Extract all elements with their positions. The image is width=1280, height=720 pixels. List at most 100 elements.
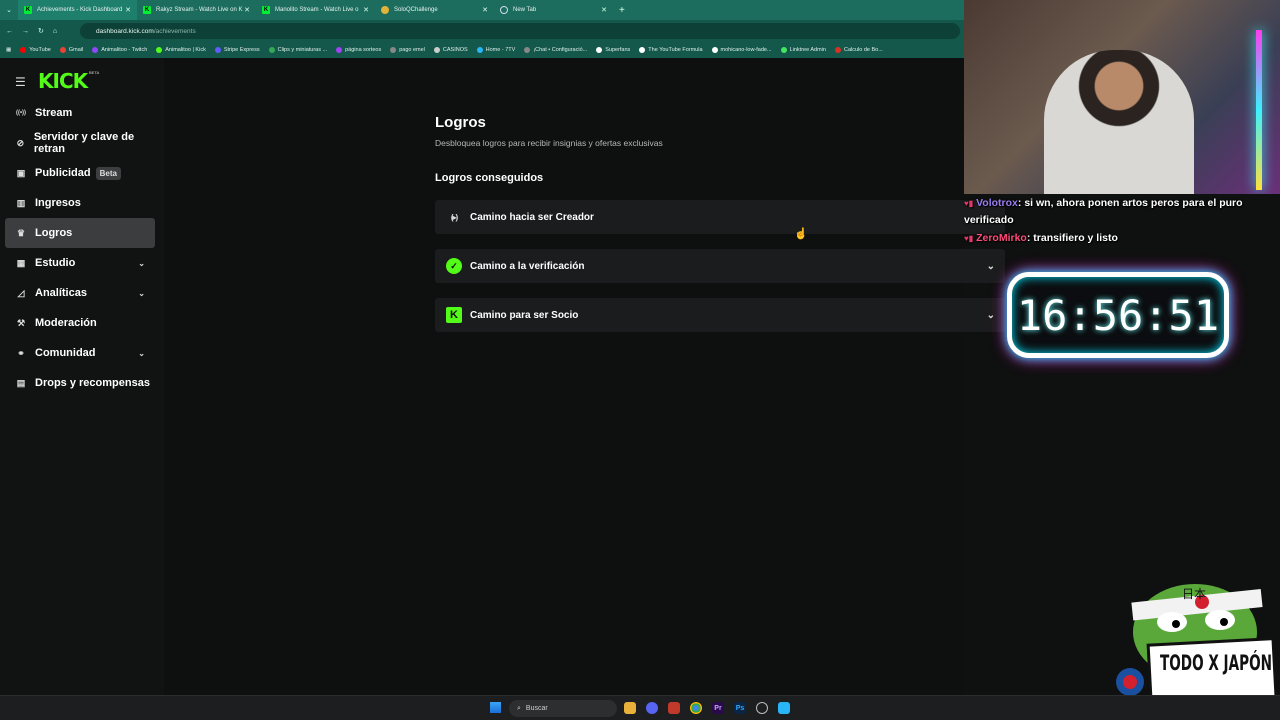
globe-icon: [500, 6, 508, 14]
chevron-down-icon[interactable]: ⌄: [138, 289, 145, 298]
new-tab-icon[interactable]: +: [619, 5, 625, 16]
bookmark-favicon-icon: [20, 47, 27, 53]
kick-logo[interactable]: KICK: [38, 69, 88, 93]
browser-tab[interactable]: SoloQChallenge ✕: [375, 0, 494, 20]
bookmark-item[interactable]: Clips y miniaturas ...: [268, 47, 327, 53]
sidebar-item-comunidad[interactable]: ⚭ Comunidad ⌄: [5, 338, 155, 368]
achievement-card-socio[interactable]: K Camino para ser Socio ⌄: [435, 298, 1005, 332]
photoshop-icon[interactable]: Ps: [734, 702, 746, 714]
bookmark-item[interactable]: mohicano-low-fade...: [711, 47, 772, 53]
apps-grid-icon[interactable]: ▦: [6, 47, 11, 53]
wrench-icon: ⚒: [16, 317, 26, 328]
sidebar-item-servidor[interactable]: ⊘ Servidor y clave de retran: [5, 128, 155, 158]
heart-badge-icon: ♥▮: [964, 234, 974, 243]
bookmark-item[interactable]: Animalitoo - Twitch: [92, 47, 147, 53]
sidebar-item-label: Moderación: [35, 317, 97, 329]
bookmark-item[interactable]: Animalitoo | Kick: [156, 47, 206, 53]
bookmark-item[interactable]: YouTube: [20, 47, 51, 53]
achievement-card-creator[interactable]: (▸) Camino hacia ser Creador: [435, 200, 1005, 234]
close-icon[interactable]: ✕: [363, 6, 369, 14]
browser-tab[interactable]: New Tab ✕: [494, 0, 613, 20]
bookmark-label: Home - 7TV: [485, 47, 516, 53]
close-icon[interactable]: ✕: [482, 6, 488, 14]
browser-tab-bar: ⌄ K Achievements - Kick Dashboard ✕ K Ra…: [0, 0, 964, 20]
calendar-app-icon[interactable]: [668, 702, 680, 714]
chrome-icon[interactable]: [690, 702, 702, 714]
taskbar-search-placeholder: Buscar: [525, 705, 548, 712]
reload-icon[interactable]: ↻: [38, 27, 44, 35]
bookmark-label: The YouTube Formula: [648, 47, 703, 53]
bookmark-label: pago emel: [399, 47, 425, 53]
sidebar-item-label: Drops y recompensas: [35, 377, 150, 389]
forward-icon[interactable]: →: [22, 28, 29, 35]
bookmark-favicon-icon: [524, 47, 531, 53]
creator-icon: (▸): [450, 212, 458, 222]
chevron-down-icon[interactable]: ⌄: [987, 310, 995, 321]
chevron-down-icon[interactable]: ⌄: [987, 261, 995, 272]
browser-tab[interactable]: K Manolito Stream - Watch Live o ✕: [256, 0, 375, 20]
sidebar-item-ingresos[interactable]: ▥ Ingresos: [5, 188, 155, 218]
verified-icon: ✓: [446, 258, 462, 274]
hamburger-menu-icon[interactable]: ☰: [15, 75, 26, 89]
chevron-down-icon[interactable]: ⌄: [138, 259, 145, 268]
url-host: dashboard.kick.com: [96, 27, 154, 35]
bookmark-item[interactable]: página sorteos: [336, 47, 381, 53]
bookmark-favicon-icon: [92, 47, 99, 53]
sidebar-item-stream[interactable]: ((•)) Stream: [5, 98, 155, 128]
bookmark-item[interactable]: ¡Chat • Configuració...: [524, 47, 587, 53]
discord-icon[interactable]: [646, 702, 658, 714]
close-icon[interactable]: ✕: [601, 6, 607, 14]
bookmark-item[interactable]: The YouTube Formula: [639, 47, 703, 53]
windows-start-icon[interactable]: [490, 702, 501, 713]
notepad-icon[interactable]: [778, 702, 790, 714]
premiere-icon[interactable]: Pr: [712, 702, 724, 714]
bookmark-favicon-icon: [596, 47, 603, 53]
bookmark-item[interactable]: Superfans: [596, 47, 630, 53]
bookmark-item[interactable]: CASINOS: [433, 47, 468, 53]
link-icon: ⊘: [16, 137, 25, 148]
back-icon[interactable]: ←: [6, 28, 13, 35]
browser-tab[interactable]: K Rakyz Stream - Watch Live on K ✕: [137, 0, 256, 20]
kick-icon: K: [262, 6, 270, 14]
file-explorer-icon[interactable]: [624, 702, 636, 714]
sidebar-item-moderacion[interactable]: ⚒ Moderación: [5, 308, 155, 338]
achievement-card-verification[interactable]: ✓ Camino a la verificación ⌄: [435, 249, 1005, 283]
bookmark-item[interactable]: pago emel: [390, 47, 425, 53]
chat-text: transifiero y listo: [1033, 232, 1118, 244]
bookmark-item[interactable]: Gmail: [59, 47, 83, 53]
bookmark-item[interactable]: Linktree Admin: [780, 47, 826, 53]
sidebar-nav: ((•)) Stream ⊘ Servidor y clave de retran ▣ P…: [5, 98, 155, 398]
sidebar-item-estudio[interactable]: ▦ Estudio ⌄: [5, 248, 155, 278]
sidebar-item-analiticas[interactable]: ◿ Analíticas ⌄: [5, 278, 155, 308]
bookmark-favicon-icon: [476, 47, 483, 53]
sidebar-item-logros[interactable]: ♛ Logros: [5, 218, 155, 248]
bookmark-item[interactable]: Stripe Express: [214, 47, 260, 53]
chevron-down-icon[interactable]: ⌄: [138, 349, 145, 358]
sidebar-item-label: Logros: [35, 227, 73, 239]
bookmark-item[interactable]: Home - 7TV: [476, 47, 516, 53]
browser-tab[interactable]: K Achievements - Kick Dashboard ✕: [18, 0, 137, 20]
bookmark-favicon-icon: [711, 47, 718, 53]
bookmark-favicon-icon: [639, 47, 646, 53]
tab-search-chevron-icon[interactable]: ⌄: [0, 6, 18, 14]
close-icon[interactable]: ✕: [125, 6, 131, 14]
close-icon[interactable]: ✕: [244, 6, 250, 14]
taskbar-search[interactable]: ⌕ Buscar: [509, 700, 617, 717]
sidebar-item-label: Ingresos: [35, 197, 81, 209]
home-icon[interactable]: ⌂: [53, 28, 57, 35]
obs-icon[interactable]: [756, 702, 768, 714]
bookmark-label: página sorteos: [345, 47, 382, 53]
sidebar: ☰ KICK BETA ((•)) Stream ⊘ Servidor y clave…: [0, 58, 164, 695]
sidebar-item-publicidad[interactable]: ▣ Publicidad Beta: [5, 158, 155, 188]
sidebar-item-label: Stream: [35, 107, 73, 119]
sidebar-item-drops[interactable]: ▤ Drops y recompensas: [5, 368, 155, 398]
section-title: Logros conseguidos: [435, 172, 544, 184]
ad-icon: ▣: [16, 167, 26, 178]
chat-message: ♥▮ ZeroMirko: transifiero y listo: [964, 232, 1118, 244]
sidebar-item-label: Publicidad: [35, 167, 91, 179]
browser-tab-title: New Tab: [513, 7, 537, 13]
chat-username: Volotrox: [976, 197, 1018, 209]
bookmark-item[interactable]: Calculo de Bo...: [834, 47, 883, 53]
logo-beta-label: BETA: [89, 70, 100, 75]
address-bar[interactable]: dashboard.kick.com/achievements: [80, 23, 960, 39]
